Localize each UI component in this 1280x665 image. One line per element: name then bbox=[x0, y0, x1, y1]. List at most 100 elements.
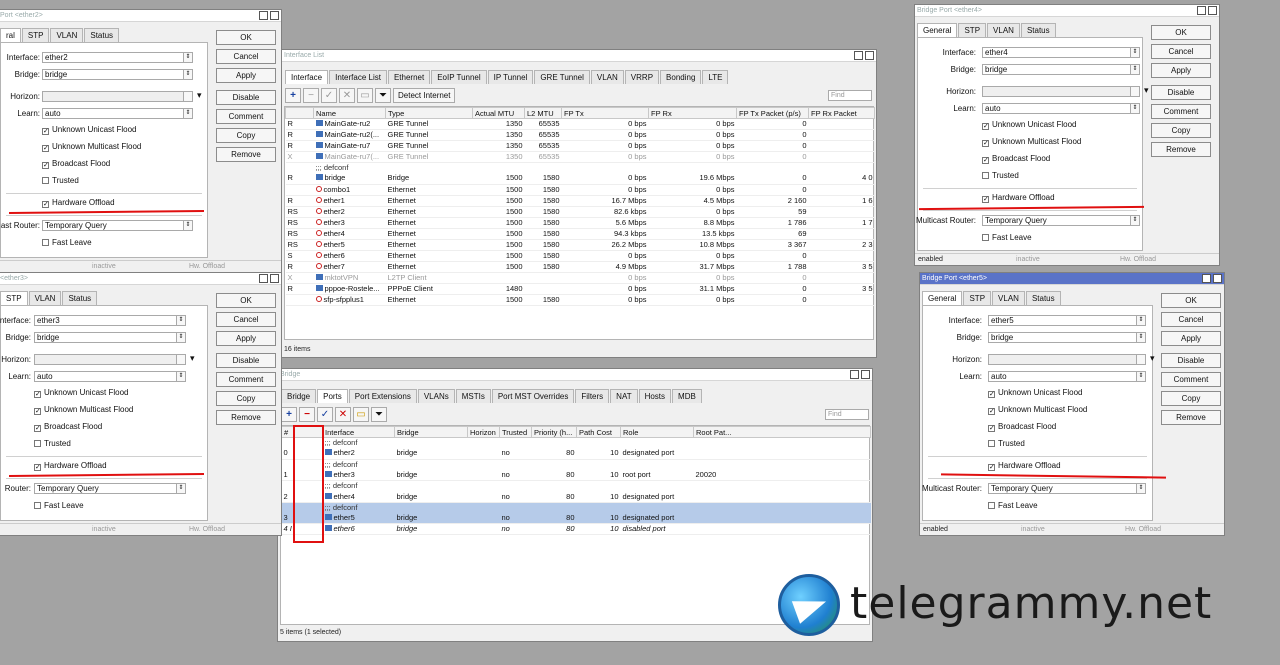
hardware-offload-checkbox[interactable]: ✓ Hardware Offload bbox=[42, 198, 115, 208]
comment-icon[interactable]: ▭ bbox=[357, 88, 373, 103]
title-bar[interactable]: Bridge Port <ether5> bbox=[920, 273, 1224, 285]
remove-icon[interactable]: − bbox=[299, 407, 315, 422]
check-icon[interactable]: ✓ bbox=[988, 464, 995, 471]
tab-ral[interactable]: ral bbox=[0, 28, 21, 42]
chevron-down-icon[interactable]: ⇕ bbox=[183, 70, 192, 79]
check-icon[interactable]: ✓ bbox=[42, 162, 49, 169]
multicast-router-field[interactable]: Temporary Query ⇕ bbox=[34, 483, 186, 494]
maximize-icon[interactable] bbox=[850, 370, 859, 379]
tab-stp[interactable]: STP bbox=[963, 291, 992, 305]
checkbox-3[interactable]: Trusted bbox=[988, 439, 1025, 448]
check-icon[interactable]: ✓ bbox=[34, 391, 41, 398]
column-header-actual-mtu[interactable]: Actual MTU bbox=[472, 107, 525, 119]
chevron-down-icon[interactable]: ⇕ bbox=[1130, 65, 1139, 74]
checkbox-2[interactable]: ✓ Broadcast Flood bbox=[34, 422, 102, 432]
interface-field[interactable]: ether2 ⇕ bbox=[42, 52, 193, 63]
chevron-down-icon[interactable]: ⇕ bbox=[183, 221, 192, 230]
check-icon[interactable]: ✓ bbox=[982, 123, 989, 130]
table-row[interactable]: 3 ether5 bridge no 80 10 designated port bbox=[281, 513, 871, 525]
maximize-icon[interactable] bbox=[1197, 6, 1206, 15]
column-header-fp-rx-packet[interactable]: FP Rx Packet bbox=[808, 107, 875, 119]
column-header-bridge[interactable]: Bridge bbox=[394, 426, 468, 438]
chevron-down-icon[interactable]: ⇕ bbox=[1136, 316, 1145, 325]
cancel-button[interactable]: Cancel bbox=[1161, 312, 1221, 327]
check-icon[interactable]: ✓ bbox=[42, 128, 49, 135]
checkbox-1[interactable]: ✓ Unknown Multicast Flood bbox=[34, 405, 133, 415]
table-row[interactable]: Rbridge Bridge 1500 1580 0 bps 19.6 Mbps 0 4 0 bbox=[285, 173, 875, 185]
disable-button[interactable]: Disable bbox=[216, 90, 276, 105]
maximize-icon[interactable] bbox=[259, 274, 268, 283]
filter-icon[interactable]: ⏷ bbox=[371, 407, 387, 422]
multicast-router-field[interactable]: Temporary Query ⇕ bbox=[982, 215, 1140, 226]
add-icon[interactable]: + bbox=[285, 88, 301, 103]
disable-icon[interactable]: ✕ bbox=[339, 88, 355, 103]
close-icon[interactable] bbox=[270, 274, 279, 283]
maximize-icon[interactable] bbox=[1202, 274, 1211, 283]
tab-bonding[interactable]: Bonding bbox=[660, 70, 702, 84]
column-header-l2-mtu[interactable]: L2 MTU bbox=[524, 107, 562, 119]
checkbox-0[interactable]: ✓ Unknown Unicast Flood bbox=[982, 120, 1076, 130]
disable-icon[interactable]: ✕ bbox=[335, 407, 351, 422]
comment-row[interactable]: ;;; defconf bbox=[286, 163, 875, 174]
checkbox-1[interactable]: ✓ Unknown Multicast Flood bbox=[42, 142, 141, 152]
chevron-down-icon[interactable]: ⇕ bbox=[183, 53, 192, 62]
chevron-down-icon[interactable] bbox=[1130, 87, 1139, 96]
chevron-down-icon[interactable]: ⇕ bbox=[1130, 216, 1139, 225]
chevron-down-icon[interactable]: ⇕ bbox=[1130, 104, 1139, 113]
tab-vlan[interactable]: VLAN bbox=[992, 291, 1025, 305]
comment-button[interactable]: Comment bbox=[216, 372, 276, 387]
comment-button[interactable]: Comment bbox=[216, 109, 276, 124]
interface-field[interactable]: ether4 ⇕ bbox=[982, 47, 1140, 58]
chevron-down-icon[interactable] bbox=[1136, 355, 1145, 364]
maximize-icon[interactable] bbox=[854, 51, 863, 60]
comment-icon[interactable]: ▭ bbox=[353, 407, 369, 422]
title-bar[interactable]: Interface List bbox=[282, 50, 876, 62]
check-icon[interactable]: ✓ bbox=[34, 425, 41, 432]
find-input[interactable]: Find bbox=[825, 409, 869, 420]
column-header-fp-rx[interactable]: FP Rx bbox=[648, 107, 737, 119]
tab-vlan[interactable]: VLAN bbox=[590, 70, 624, 84]
tab-vlan[interactable]: VLAN bbox=[987, 23, 1020, 37]
table-row[interactable]: 0 ether2 bridge no 80 10 designated port bbox=[281, 448, 871, 460]
tab-ethernet[interactable]: Ethernet bbox=[387, 70, 431, 84]
column-header-fp-tx-packet[interactable]: FP Tx Packet (p/s) bbox=[736, 107, 809, 119]
chevron-down-icon[interactable] bbox=[183, 92, 192, 101]
checkbox-empty[interactable] bbox=[34, 502, 41, 509]
chevron-down-icon[interactable]: ⇕ bbox=[1136, 372, 1145, 381]
comment-row[interactable]: ;;; defconf bbox=[282, 438, 871, 449]
bridge-field[interactable]: bridge ⇕ bbox=[982, 64, 1140, 75]
tab-ports[interactable]: Ports bbox=[317, 389, 348, 403]
checkbox-2[interactable]: ✓ Broadcast Flood bbox=[42, 159, 110, 169]
tab-status[interactable]: Status bbox=[62, 291, 98, 305]
dropdown-arrow-icon[interactable]: ▾ bbox=[190, 353, 195, 364]
chevron-down-icon[interactable]: ⇕ bbox=[176, 484, 185, 493]
table-row[interactable]: R MainGate-ru2(... GRE Tunnel 1350 65535 0 bp… bbox=[285, 129, 875, 141]
checkbox-1[interactable]: ✓ Unknown Multicast Flood bbox=[982, 137, 1081, 147]
apply-button[interactable]: Apply bbox=[216, 68, 276, 83]
title-bar[interactable]: <ether3> bbox=[0, 273, 281, 285]
table-row[interactable]: 1 ether3 bridge no 80 10 root port 20020 bbox=[281, 469, 871, 482]
chevron-down-icon[interactable]: ⇕ bbox=[176, 372, 185, 381]
remove-button[interactable]: Remove bbox=[216, 147, 276, 162]
multicast-router-field[interactable]: Temporary Query ⇕ bbox=[42, 220, 193, 231]
ok-button[interactable]: OK bbox=[1161, 293, 1221, 308]
chevron-down-icon[interactable]: ⇕ bbox=[183, 109, 192, 118]
detect-internet-button[interactable]: Detect Internet bbox=[393, 88, 456, 103]
close-icon[interactable] bbox=[865, 51, 874, 60]
horizon-field[interactable] bbox=[42, 91, 193, 102]
table-row[interactable]: X MainGate-ru7(... GRE Tunnel 1350 65535 0 bp… bbox=[285, 151, 875, 163]
comment-button[interactable]: Comment bbox=[1151, 104, 1211, 119]
bridge-field[interactable]: bridge ⇕ bbox=[988, 332, 1146, 343]
hardware-offload-checkbox[interactable]: ✓ Hardware Offload bbox=[982, 193, 1055, 203]
ok-button[interactable]: OK bbox=[216, 30, 276, 45]
tab-lte[interactable]: LTE bbox=[702, 70, 729, 84]
column-header-priority[interactable]: Priority (h... bbox=[531, 426, 577, 438]
table-row[interactable]: Rether7 Ethernet 1500 1580 4.9 Mbps 31.7 Mbps… bbox=[285, 261, 875, 273]
table-row[interactable]: 4 I ether6 bridge no 80 10 disabled port bbox=[281, 523, 871, 536]
enable-icon[interactable]: ✓ bbox=[317, 407, 333, 422]
checkbox-empty[interactable] bbox=[988, 440, 995, 447]
copy-button[interactable]: Copy bbox=[1151, 123, 1211, 138]
checkbox-1[interactable]: ✓ Unknown Multicast Flood bbox=[988, 405, 1087, 415]
table-row[interactable]: RS ether5 Ethernet 1500 1580 26.2 Mbps 10.8 Mb… bbox=[285, 239, 875, 251]
tab-status[interactable]: Status bbox=[1025, 291, 1061, 305]
